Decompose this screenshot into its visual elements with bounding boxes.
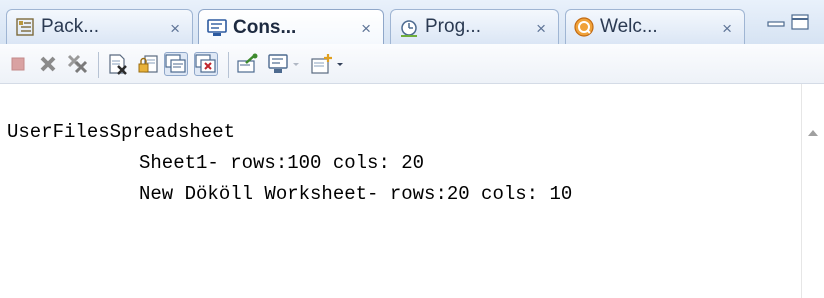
close-icon[interactable]: × [170, 19, 180, 39]
console-text: UserFilesSpreadsheet Sheet1- rows:100 col… [7, 117, 572, 210]
show-on-stdout-icon[interactable] [164, 52, 188, 76]
close-icon[interactable]: × [361, 19, 371, 39]
view-tab-strip: Pack... × Cons... × Prog... × Welc... × [0, 0, 824, 45]
console-toolbar [0, 44, 824, 84]
tab-package-explorer[interactable]: Pack... × [6, 9, 193, 44]
tab-console[interactable]: Cons... × [198, 9, 384, 44]
view-controls [766, 13, 810, 36]
maximize-icon[interactable] [790, 13, 810, 36]
welcome-icon [574, 17, 594, 37]
console-line: Sheet1- rows:100 cols: 20 [139, 152, 425, 174]
clear-console-icon[interactable] [106, 52, 130, 76]
remove-all-terminated-icon[interactable] [66, 52, 90, 76]
package-explorer-icon [15, 17, 35, 37]
tab-label: Cons... [233, 16, 297, 38]
console-icon [207, 18, 227, 38]
tab-progress[interactable]: Prog... × [390, 9, 559, 44]
display-console-icon[interactable] [266, 52, 290, 76]
close-icon[interactable]: × [536, 19, 546, 39]
chevron-down-icon[interactable] [290, 52, 302, 76]
show-on-stderr-icon[interactable] [194, 52, 218, 76]
scroll-lock-icon[interactable] [136, 52, 160, 76]
remove-launch-icon[interactable] [36, 52, 60, 76]
progress-icon [399, 17, 419, 37]
pin-console-icon[interactable] [236, 52, 260, 76]
minimize-icon[interactable] [766, 13, 786, 36]
tab-label: Pack... [41, 16, 100, 37]
toolbar-separator [228, 52, 229, 78]
open-console-icon[interactable] [310, 52, 334, 76]
tab-label: Welc... [600, 16, 658, 37]
tab-label: Prog... [425, 16, 481, 37]
console-output[interactable]: UserFilesSpreadsheet Sheet1- rows:100 col… [0, 84, 824, 298]
toolbar-separator [98, 52, 99, 78]
chevron-down-icon[interactable] [334, 52, 346, 76]
console-line: New Dököll Worksheet- rows:20 cols: 10 [139, 183, 573, 205]
close-icon[interactable]: × [722, 19, 732, 39]
console-line: UserFilesSpreadsheet [7, 121, 236, 143]
tab-welcome[interactable]: Welc... × [565, 9, 745, 44]
scroll-up-arrow-icon[interactable] [808, 130, 818, 136]
vertical-scrollbar[interactable] [801, 84, 824, 298]
terminate-icon[interactable] [6, 52, 30, 76]
